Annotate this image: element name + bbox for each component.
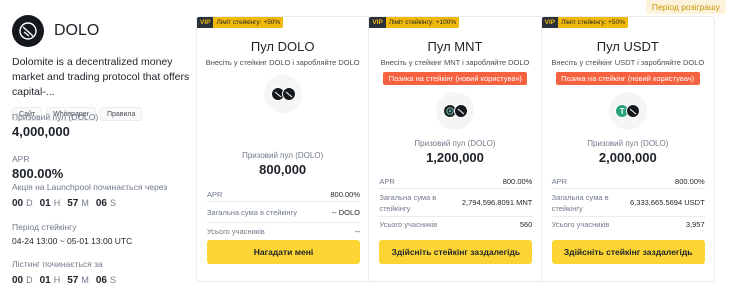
- info-value: 560: [519, 220, 533, 229]
- pool-info-table: APR 800.00% Загальна сума в стейкінгу 2,…: [379, 174, 533, 232]
- token-name: DOLO: [54, 22, 100, 39]
- vip-badge: VIP: [541, 17, 559, 28]
- unit-minutes: M: [81, 198, 89, 208]
- vip-badge: VIP: [369, 17, 386, 28]
- dolo-coin-icon: [281, 87, 296, 101]
- countdown-hours: 01: [39, 275, 51, 286]
- remind-me-button[interactable]: Нагадати мені: [207, 240, 360, 264]
- pool-card-usdt: VIP Ліміт стейкінгу: +50% Пул USDT Внесі…: [541, 17, 714, 281]
- prize-pool-label: Призовий пул (DOLO): [12, 112, 99, 122]
- vip-limit-tag: VIP Ліміт стейкінгу: +100%: [369, 17, 460, 28]
- apr-label: APR: [12, 154, 30, 164]
- pool-subtitle: Внесіть у стейкінг DOLO і заробляйте DOL…: [205, 58, 360, 67]
- pool-card-dolo: VIP Ліміт стейкінгу: +50% Пул DOLO Внесі…: [197, 17, 370, 281]
- pool-token-icon: T: [608, 92, 647, 130]
- info-value: 800.00%: [502, 176, 533, 186]
- info-key: Загальна сума в стейкінгу: [207, 207, 298, 217]
- info-value: 6,333,665.5694 USDT: [630, 198, 705, 207]
- info-key: APR: [551, 176, 568, 186]
- new-user-loan-badge: Позика на стейкінг (новий користувач): [555, 72, 700, 85]
- info-key: APR: [207, 189, 223, 199]
- listing-countdown: 00 D 01 H 57 M 06 S: [12, 275, 192, 286]
- info-value: 800.00%: [330, 189, 360, 199]
- pool-info-table: APR 800.00% Загальна сума в стейкінгу 6,…: [551, 174, 705, 232]
- info-key: Усього учасників: [551, 220, 610, 229]
- unit-seconds: S: [110, 275, 117, 285]
- apr-value: 800.00%: [12, 166, 64, 181]
- staking-period-value: 04-24 13:00 ~ 05-01 13:00 UTC: [12, 236, 133, 246]
- countdown-days: 00: [12, 198, 24, 209]
- info-row-total: Загальна сума в стейкінгу 2,794,596.8091…: [379, 189, 533, 217]
- staking-period-label: Період стейкінгу: [12, 222, 77, 232]
- token-info-panel: DOLO Dolomite is a decentralized money m…: [12, 14, 192, 286]
- info-value: 2,794,596.8091 MNT: [461, 198, 533, 207]
- token-description: Dolomite is a decentralized money market…: [12, 56, 190, 98]
- countdown-seconds: 06: [95, 275, 107, 286]
- staking-limit-badge: Ліміт стейкінгу: +100%: [385, 17, 460, 28]
- countdown-hours: 01: [39, 198, 51, 209]
- countdown-minutes: 57: [67, 275, 79, 286]
- pool-card-mnt: VIP Ліміт стейкінгу: +100% Пул MNT Внесі…: [369, 17, 542, 281]
- countdown-seconds: 06: [95, 198, 107, 209]
- period-badge: Період розіграшу: [645, 0, 726, 14]
- countdown-minutes: 57: [67, 198, 79, 209]
- vip-badge: VIP: [197, 17, 214, 28]
- pool-prize-value: 800,000: [259, 162, 307, 177]
- launch-countdown-label: Акція на Launchpool починається через: [12, 182, 168, 192]
- info-key: Загальна сума в стейкінгу: [379, 192, 437, 213]
- unit-days: D: [26, 275, 33, 285]
- pool-title: Пул DOLO: [250, 39, 315, 54]
- info-value: --: [355, 226, 360, 236]
- info-row-users: Усього учасників 3,957: [552, 217, 705, 232]
- info-row-apr: APR 800.00%: [551, 174, 705, 189]
- stake-in-advance-button[interactable]: Здійсніть стейкінг заздалегідь: [379, 240, 533, 264]
- prize-pool-value: 4,000,000: [12, 124, 70, 139]
- info-key: Загальна сума в стейкінгу: [551, 192, 609, 213]
- unit-minutes: M: [81, 275, 89, 285]
- info-key: APR: [379, 176, 395, 186]
- pool-token-icon: [436, 92, 475, 130]
- unit-hours: H: [53, 198, 61, 208]
- pool-cards: VIP Ліміт стейкінгу: +50% Пул DOLO Внесі…: [196, 16, 715, 282]
- info-key: Усього учасників: [379, 220, 438, 229]
- new-user-loan-badge: Позика на стейкінг (новий користувач): [383, 72, 528, 85]
- pool-prize-label: Призовий пул (DOLO): [414, 139, 496, 148]
- info-row-total: Загальна сума в стейкінгу 6,333,665.5694…: [551, 189, 705, 217]
- info-row-users: Усього учасників 560: [379, 217, 532, 232]
- dolo-coin-icon: [626, 104, 641, 118]
- countdown-days: 00: [12, 275, 24, 286]
- info-key: Усього учасників: [207, 226, 265, 236]
- pool-info-table: APR 800.00% Загальна сума в стейкінгу --…: [207, 187, 360, 239]
- info-row-apr: APR 800.00%: [379, 174, 533, 189]
- vip-limit-tag: VIP Ліміт стейкінгу: +50%: [197, 17, 284, 28]
- pool-prize-label: Призовий пул (DOLO): [587, 139, 669, 148]
- vip-limit-tag: VIP Ліміт стейкінгу: +50%: [541, 17, 628, 28]
- stake-in-advance-button[interactable]: Здійсніть стейкінг заздалегідь: [551, 240, 705, 264]
- dolo-logo-icon: [12, 15, 44, 47]
- info-value: 3,957: [685, 220, 705, 229]
- pool-title: Пул USDT: [596, 39, 659, 54]
- pool-prize-value: 2,000,000: [598, 150, 657, 165]
- token-header: DOLO: [12, 14, 192, 48]
- listing-countdown-label: Лістинг починається за: [12, 259, 103, 269]
- staking-limit-badge: Ліміт стейкінгу: +50%: [213, 17, 284, 28]
- launch-countdown: 00 D 01 H 57 M 06 S: [12, 198, 192, 209]
- unit-hours: H: [53, 275, 61, 285]
- info-row-total: Загальна сума в стейкінгу -- DOLO: [207, 202, 360, 223]
- dolo-coin-icon: [453, 104, 468, 118]
- staking-limit-badge: Ліміт стейкінгу: +50%: [558, 17, 628, 28]
- pool-subtitle: Внесіть у стейкінг MNT і заробляйте DOLO: [380, 58, 530, 67]
- info-row-users: Усього учасників --: [207, 223, 360, 239]
- pool-prize-label: Призовий пул (DOLO): [242, 151, 324, 160]
- pool-title: Пул MNT: [427, 39, 483, 54]
- info-value: -- DOLO: [331, 207, 360, 217]
- unit-days: D: [26, 198, 33, 208]
- info-value: 800.00%: [675, 176, 705, 186]
- pool-token-icon: [264, 75, 302, 113]
- info-row-apr: APR 800.00%: [207, 187, 360, 202]
- pool-subtitle: Внесіть у стейкінг USDT і заробляйте DOL…: [551, 58, 705, 67]
- pool-prize-value: 1,200,000: [426, 150, 484, 165]
- unit-seconds: S: [110, 198, 117, 208]
